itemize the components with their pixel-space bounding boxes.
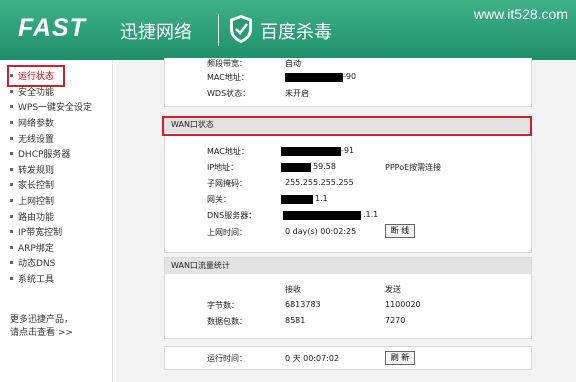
bullet-icon: [10, 167, 13, 171]
bytes-send: 1100020: [385, 300, 421, 309]
sidebar-item-label: 路由功能: [18, 212, 55, 223]
packets-label: 数据包数：: [207, 317, 247, 326]
redacted-block: [283, 211, 361, 220]
sidebar-item-6[interactable]: 转发规则: [10, 162, 92, 178]
brand-logo: FAST: [18, 14, 86, 42]
sidebar-item-label: ARP绑定: [18, 243, 54, 254]
bandwidth-label: 频段带宽：: [207, 59, 247, 68]
wan-ip-suffix: 59.58: [313, 162, 336, 171]
sidebar-item-9[interactable]: 路由功能: [10, 208, 92, 224]
runtime-panel: 运行时间： 0 天 00:07:02 刷 新: [164, 346, 532, 370]
bytes-recv: 6813783: [285, 300, 321, 309]
sidebar-item-label: 上网控制: [18, 197, 55, 208]
sidebar-item-1[interactable]: 安全功能: [10, 84, 92, 100]
sidebar-item-4[interactable]: 无线设置: [10, 130, 92, 146]
sidebar-item-label: IP带宽控制: [18, 228, 63, 239]
bullet-icon: [10, 199, 13, 203]
wan-traffic-panel: WAN口流量统计 接收 发送 字节数： 6813783 1100020 数据包数…: [164, 257, 532, 339]
bullet-icon: [10, 105, 13, 109]
wds-label: WDS状态：: [207, 89, 251, 98]
sidebar-item-0[interactable]: 运行状态: [7, 65, 65, 87]
wireless-status-panel: 频段带宽： 自动 MAC地址： -90 WDS状态： 未开启: [164, 58, 532, 107]
dns-suffix: .1.1: [363, 210, 379, 219]
bytes-label: 字节数：: [207, 301, 239, 310]
bullet-icon: [10, 152, 13, 156]
wan-traffic-title: WAN口流量统计: [165, 258, 531, 274]
main-content: 频段带宽： 自动 MAC地址： -90 WDS状态： 未开启 WAN口状态 MA…: [116, 58, 576, 382]
gateway-suffix: 1.1: [315, 194, 328, 203]
packets-recv: 8581: [285, 316, 306, 325]
wan-status-panel: WAN口状态 MAC地址： -91 IP地址： 59.58 PPPoE按需连接 …: [164, 116, 532, 253]
sidebar-item-11[interactable]: ARP绑定: [10, 240, 92, 256]
sidebar-item-label: 系统工具: [18, 275, 55, 286]
sidebar-item-12[interactable]: 动态DNS: [10, 255, 92, 271]
bullet-icon: [10, 183, 13, 187]
sidebar-item-label: 安全功能: [18, 87, 55, 98]
site-watermark: www.it528.com: [473, 6, 568, 22]
partner-name: 百度杀毒: [260, 22, 332, 43]
subnet-mask-label: 子网掩码：: [207, 179, 247, 188]
redacted-block: [281, 163, 311, 172]
bandwidth-value: 自动: [285, 59, 301, 68]
wan-ip-label: IP地址：: [207, 163, 239, 172]
sidebar-item-13[interactable]: 系统工具: [10, 271, 92, 287]
header-bar: FAST 迅捷网络 百度杀毒 www.it528.com: [0, 0, 576, 60]
runtime-label: 运行时间：: [207, 354, 247, 363]
bullet-icon: [10, 214, 13, 218]
uptime-value: 0 day(s) 00:02:25: [285, 227, 357, 236]
recv-header: 接收: [285, 285, 301, 294]
disconnect-button[interactable]: 断 线: [385, 224, 415, 238]
dns-label: DNS服务器：: [207, 211, 257, 220]
wlan-mac-label: MAC地址：: [207, 73, 249, 82]
wlan-mac-suffix: -90: [343, 72, 357, 81]
sidebar-item-3[interactable]: 网络参数: [10, 115, 92, 131]
wds-value: 未开启: [285, 89, 309, 98]
bullet-icon: [10, 245, 13, 249]
sidebar-item-8[interactable]: 上网控制: [10, 193, 92, 209]
packets-send: 7270: [385, 316, 406, 325]
sidebar-menu: 运行状态安全功能 WPS一键安全设定 网络参数无线设置 DHCP服务器 转发规则家长控制…: [0, 60, 113, 382]
sidebar-item-7[interactable]: 家长控制: [10, 177, 92, 193]
refresh-button[interactable]: 刷 新: [385, 351, 415, 365]
bullet-icon: [10, 277, 13, 281]
bullet-icon: [10, 261, 13, 265]
sidebar-item-5[interactable]: DHCP服务器: [10, 146, 92, 162]
bullet-icon: [10, 230, 13, 234]
sidebar-item-label: 无线设置: [18, 134, 55, 145]
more-products-link[interactable]: 更多迅捷产品， 请点击查看 >>: [10, 314, 73, 340]
header-divider: [218, 14, 219, 46]
sidebar-item-label: DHCP服务器: [18, 150, 71, 161]
brand-name-cn: 迅捷网络: [120, 22, 192, 43]
wan-mac-suffix: -91: [341, 146, 355, 155]
uptime-label: 上网时间：: [207, 228, 247, 237]
gateway-label: 网关：: [207, 195, 231, 204]
bullet-icon: [10, 136, 13, 140]
bullet-icon: [10, 74, 13, 78]
subnet-mask-value: 255.255.255.255: [285, 178, 354, 187]
connection-type: PPPoE按需连接: [385, 163, 442, 172]
sidebar-item-label: 运行状态: [18, 72, 55, 83]
redacted-block: [285, 73, 343, 82]
more-products-line1: 更多迅捷产品，: [10, 315, 74, 325]
sidebar-item-label: 动态DNS: [18, 259, 56, 270]
bullet-icon: [10, 89, 13, 93]
sidebar-item-label: 网络参数: [18, 119, 55, 130]
send-header: 发送: [385, 285, 401, 294]
sidebar-item-label: 家长控制: [18, 181, 55, 192]
redacted-block: [281, 195, 313, 204]
wan-mac-label: MAC地址：: [207, 147, 249, 156]
more-products-line2: 请点击查看 >>: [10, 328, 73, 338]
sidebar-item-2[interactable]: WPS一键安全设定: [10, 99, 92, 115]
bullet-icon: [10, 121, 13, 125]
redacted-block: [281, 147, 341, 156]
wan-title-highlight: [162, 116, 532, 136]
runtime-value: 0 天 00:07:02: [285, 354, 340, 363]
sidebar-item-label: WPS一键安全设定: [18, 103, 93, 114]
sidebar-item-10[interactable]: IP带宽控制: [10, 224, 92, 240]
sidebar-item-label: 转发规则: [18, 165, 55, 176]
shield-icon: [230, 15, 252, 43]
